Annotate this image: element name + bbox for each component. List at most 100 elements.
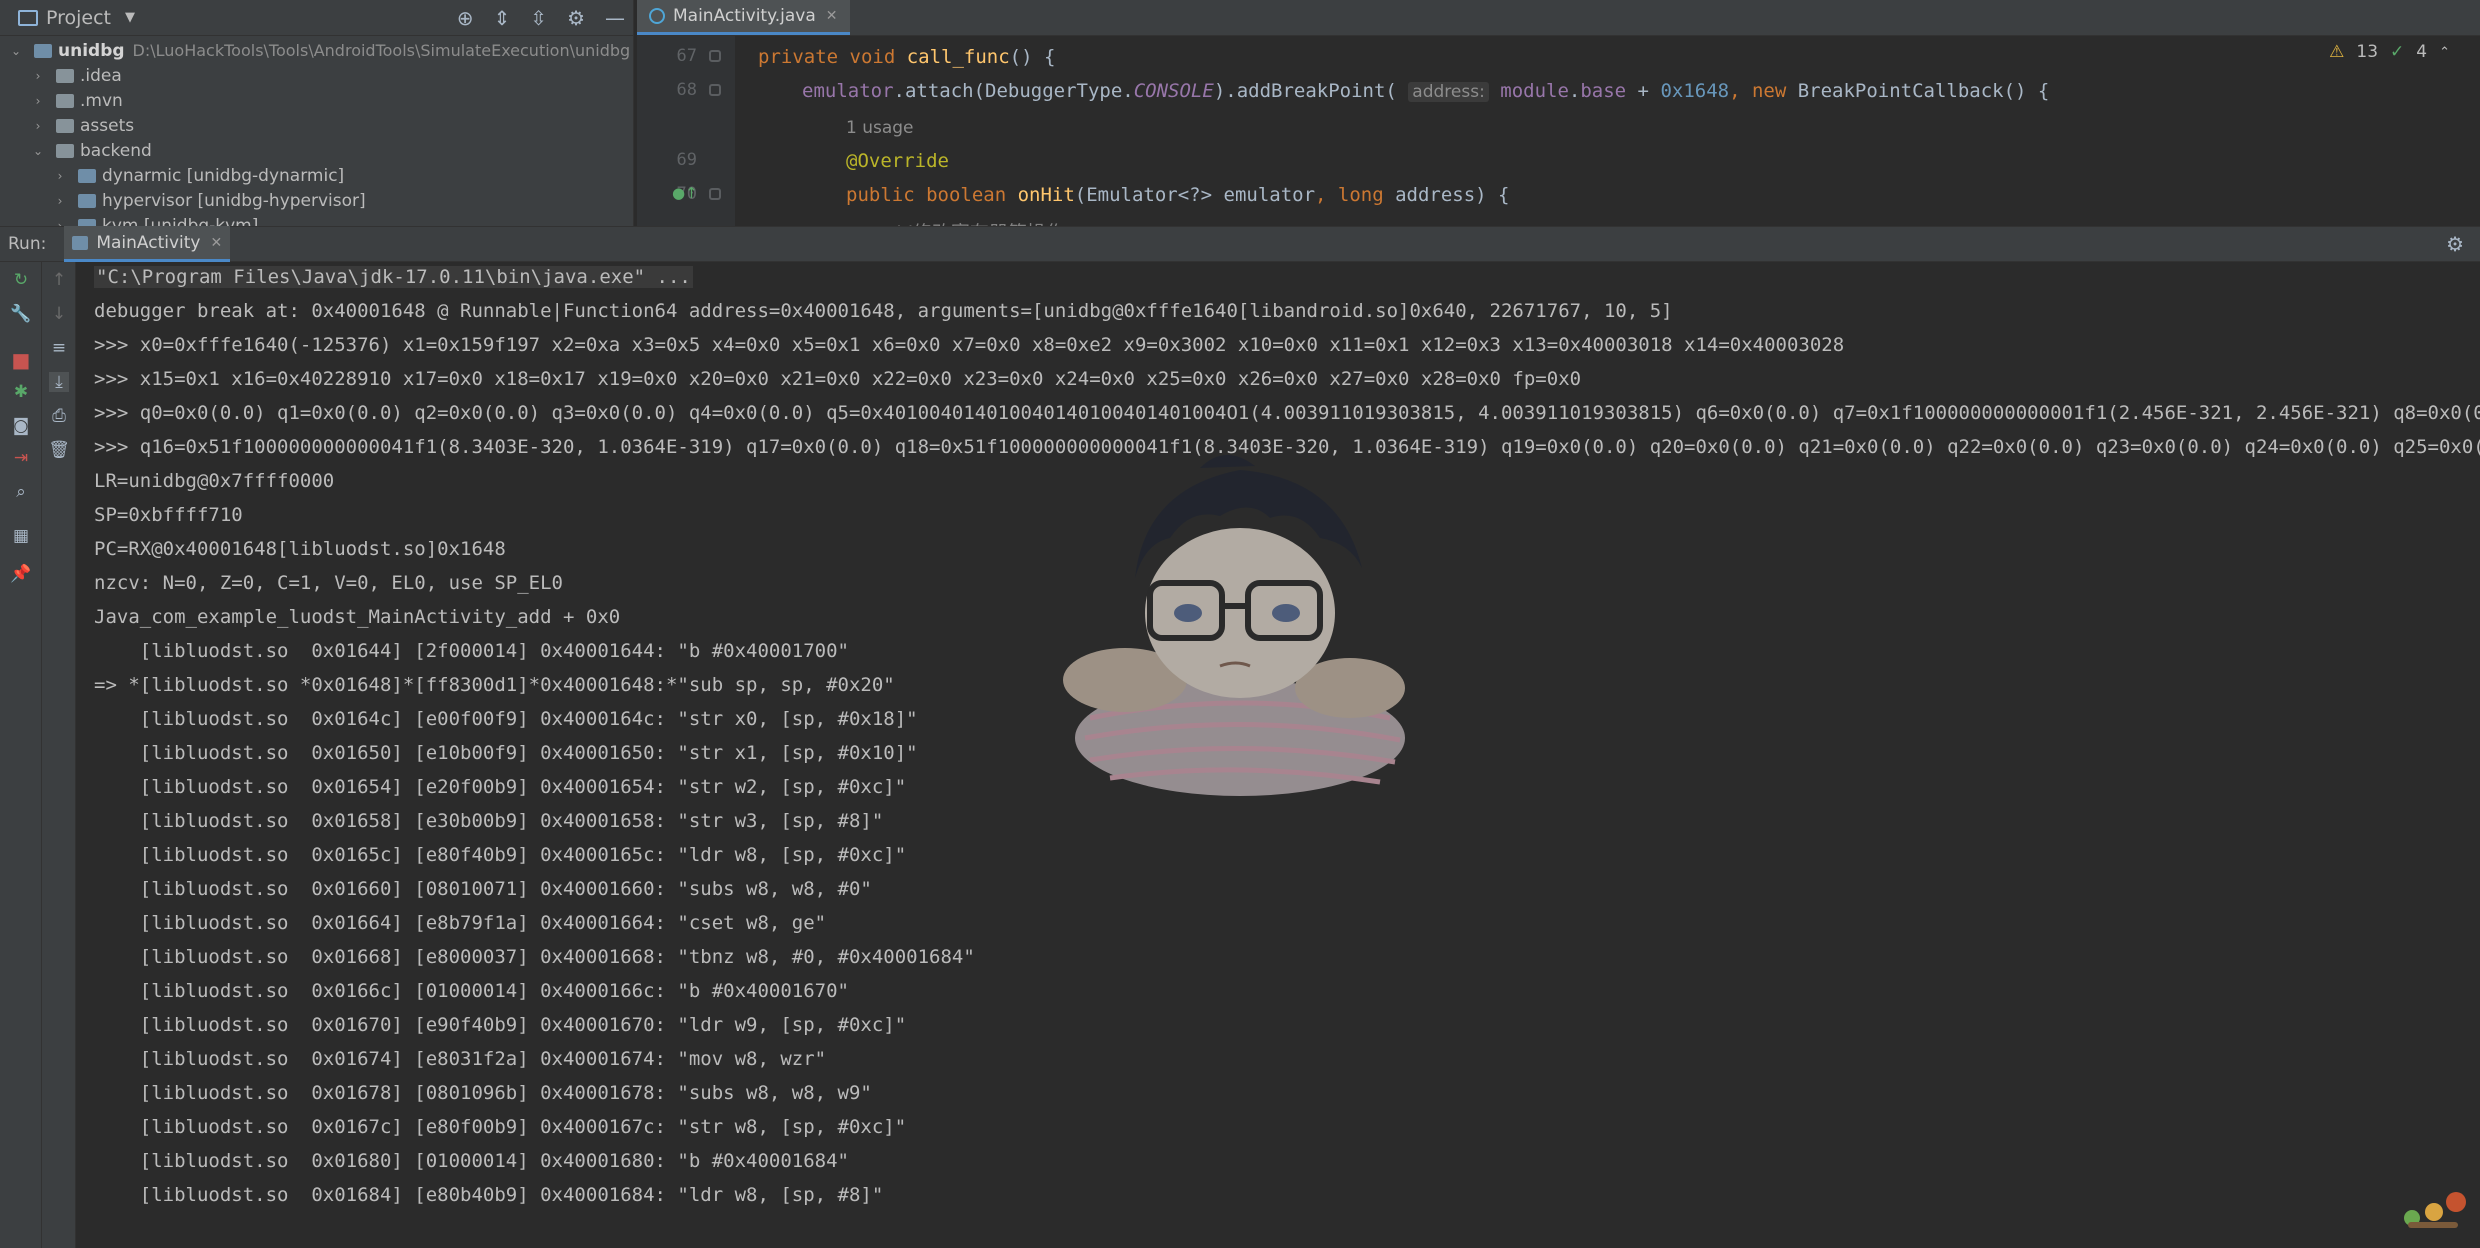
console-line: [libluodst.so 0x01684] [e80b40b9] 0x4000… (94, 1184, 884, 1206)
gear-icon[interactable]: ⚙ (2446, 232, 2464, 256)
run-toolbar: Run: MainActivity ✕ ⚙ (0, 226, 2480, 262)
chevron-right-icon[interactable]: › (30, 94, 46, 108)
folder-icon (56, 118, 74, 133)
chevron-down-icon[interactable]: ⌄ (8, 44, 24, 58)
console-line: >>> x0=0xfffe1640(-125376) x1=0x159f197 … (94, 334, 1845, 356)
console-line: [libluodst.so 0x01664] [e8b79f1a] 0x4000… (94, 912, 827, 934)
tree-item-label: dynarmic [unidbg-dynarmic] (102, 165, 345, 186)
editor-gutter: 67 68 69 70 ●↑ (637, 36, 735, 226)
code-editor[interactable]: MainActivity.java ✕ 67 68 69 70 ●↑ priva… (637, 0, 2480, 226)
tree-item-dynarmic[interactable]: › dynarmic [unidbg-dynarmic] (0, 163, 633, 188)
tree-item-mvn[interactable]: › .mvn (0, 88, 633, 113)
tab-label: MainActivity (96, 232, 201, 253)
tab-label: MainActivity.java (673, 5, 816, 26)
param-hint: address: (1408, 82, 1489, 102)
tree-item-label: assets (80, 115, 135, 136)
console-line: LR=unidbg@0x7ffff0000 (94, 470, 335, 492)
project-title[interactable]: Project (46, 7, 111, 29)
java-class-icon (649, 7, 665, 24)
chevron-right-icon[interactable]: › (30, 119, 46, 133)
run-label: Run: (8, 234, 47, 254)
module-folder-icon (34, 43, 52, 58)
tree-item-kvm[interactable]: › kvm [unidbg-kvm] (0, 213, 633, 226)
locate-icon[interactable]: ⊕ (457, 6, 474, 30)
arrow-down-icon[interactable]: ↓ (49, 304, 69, 324)
code-line-68: emulator.attach(DebuggerType.CONSOLE).ad… (802, 80, 2050, 102)
tree-item-unidbg[interactable]: ⌄ unidbg D:\LuoHackTools\Tools\AndroidTo… (0, 38, 633, 63)
fold-icon[interactable] (709, 188, 721, 200)
soft-wrap-icon[interactable]: ≡ (49, 338, 69, 358)
tree-item-assets[interactable]: › assets (0, 113, 633, 138)
pin-icon[interactable]: 📌 (10, 564, 31, 584)
warning-icon: ⚠ (2329, 42, 2345, 62)
background-character-image (1063, 454, 1405, 796)
exit-icon[interactable]: ⇥ (11, 448, 31, 468)
wrench-icon[interactable]: 🔧 (10, 304, 31, 324)
chevron-up-icon[interactable]: ⌃ (2439, 45, 2450, 60)
expand-all-icon[interactable]: ⇳ (530, 6, 547, 30)
scroll-to-end-icon[interactable]: ⤓ (49, 372, 69, 392)
console-line: >>> x15=0x1 x16=0x40228910 x17=0x0 x18=0… (94, 368, 1582, 390)
stop-icon[interactable]: ■ (11, 348, 31, 372)
decorative-mascot-icon (2404, 1192, 2466, 1228)
check-icon: ✓ (2390, 42, 2405, 62)
gear-icon[interactable]: ⚙ (567, 6, 585, 30)
chevron-right-icon[interactable]: › (30, 69, 46, 83)
trash-icon[interactable]: 🗑 (48, 440, 70, 460)
console-line: [libluodst.so 0x0165c] [e80f40b9] 0x4000… (94, 844, 907, 866)
close-icon[interactable]: ✕ (211, 235, 223, 251)
arrow-up-icon[interactable]: ↑ (49, 270, 69, 290)
inspection-widget[interactable]: ⚠ 13 ✓ 4 ⌃ (2329, 42, 2450, 62)
fold-icon[interactable] (709, 50, 721, 62)
project-header: Project ▼ ⊕ ⇕ ⇳ ⚙ — (0, 0, 633, 36)
run-config-icon (72, 235, 89, 250)
tree-item-idea[interactable]: › .idea (0, 63, 633, 88)
layout-icon[interactable]: ▦ (11, 526, 31, 546)
chevron-right-icon[interactable]: › (52, 169, 68, 183)
ok-count: 4 (2416, 42, 2428, 62)
fold-icon[interactable] (709, 84, 721, 96)
tab-mainactivity[interactable]: MainActivity.java ✕ (637, 0, 850, 35)
camera-icon[interactable]: ◙ (11, 416, 31, 436)
project-panel: Project ▼ ⊕ ⇕ ⇳ ⚙ — ⌄ unidbg D:\LuoHackT… (0, 0, 634, 226)
console-line: Java_com_example_luodst_MainActivity_add… (94, 606, 621, 628)
minimize-icon[interactable]: — (605, 6, 625, 30)
folder-icon (56, 68, 74, 83)
project-tree: ⌄ unidbg D:\LuoHackTools\Tools\AndroidTo… (0, 36, 633, 226)
print-icon[interactable]: ⎙ (49, 406, 69, 426)
console-line: [libluodst.so 0x01670] [e90f40b9] 0x4000… (94, 1014, 907, 1036)
console-line-current: => *[libluodst.so *0x01648]*[ff8300d1]*0… (94, 674, 895, 696)
console-line: [libluodst.so 0x0167c] [e80f00b9] 0x4000… (94, 1116, 907, 1138)
usage-hint[interactable]: 1 usage (846, 116, 914, 138)
rerun-icon[interactable]: ↻ (11, 270, 31, 290)
console-line: [libluodst.so 0x01644] [2f000014] 0x4000… (94, 640, 849, 662)
project-icon (18, 9, 38, 26)
console-side-toolbar: ↑ ↓ ≡ ⤓ ⎙ 🗑 (42, 262, 76, 1248)
debug-icon[interactable]: ✱ (11, 382, 31, 402)
tree-item-backend[interactable]: ⌄ backend (0, 138, 633, 163)
tree-item-hypervisor[interactable]: › hypervisor [unidbg-hypervisor] (0, 188, 633, 213)
chevron-down-icon[interactable]: ⌄ (30, 144, 46, 158)
folder-icon (56, 143, 74, 158)
code-line-70: public boolean onHit(Emulator<?> emulato… (846, 184, 1510, 206)
console-line: "C:\Program Files\Java\jdk-17.0.11\bin\j… (94, 266, 693, 288)
console-line: [libluodst.so 0x01678] [0801096b] 0x4000… (94, 1082, 872, 1104)
code-line-69: @Override (846, 150, 949, 172)
code-line-71: //修改寄存器等操作 (890, 218, 1065, 226)
collapse-all-icon[interactable]: ⇕ (494, 6, 511, 30)
search-icon[interactable]: ⌕ (11, 482, 31, 502)
tab-run-mainactivity[interactable]: MainActivity ✕ (64, 226, 231, 262)
module-folder-icon (78, 168, 96, 183)
chevron-right-icon[interactable]: › (52, 219, 68, 227)
chevron-down-icon[interactable]: ▼ (125, 10, 135, 25)
override-marker-icon[interactable]: ●↑ (672, 184, 698, 202)
code-area[interactable]: private void call_func() { emulator.atta… (735, 36, 2480, 226)
console-line: [libluodst.so 0x01654] [e20f00b9] 0x4000… (94, 776, 907, 798)
console-line: nzcv: N=0, Z=0, C=1, V=0, EL0, use SP_EL… (94, 572, 563, 594)
tree-item-label: backend (80, 140, 152, 161)
line-number: 68 (676, 80, 697, 100)
close-icon[interactable]: ✕ (826, 8, 838, 24)
console-line: [libluodst.so 0x01680] [01000014] 0x4000… (94, 1150, 849, 1172)
chevron-right-icon[interactable]: › (52, 194, 68, 208)
console-line: [libluodst.so 0x0166c] [01000014] 0x4000… (94, 980, 849, 1002)
